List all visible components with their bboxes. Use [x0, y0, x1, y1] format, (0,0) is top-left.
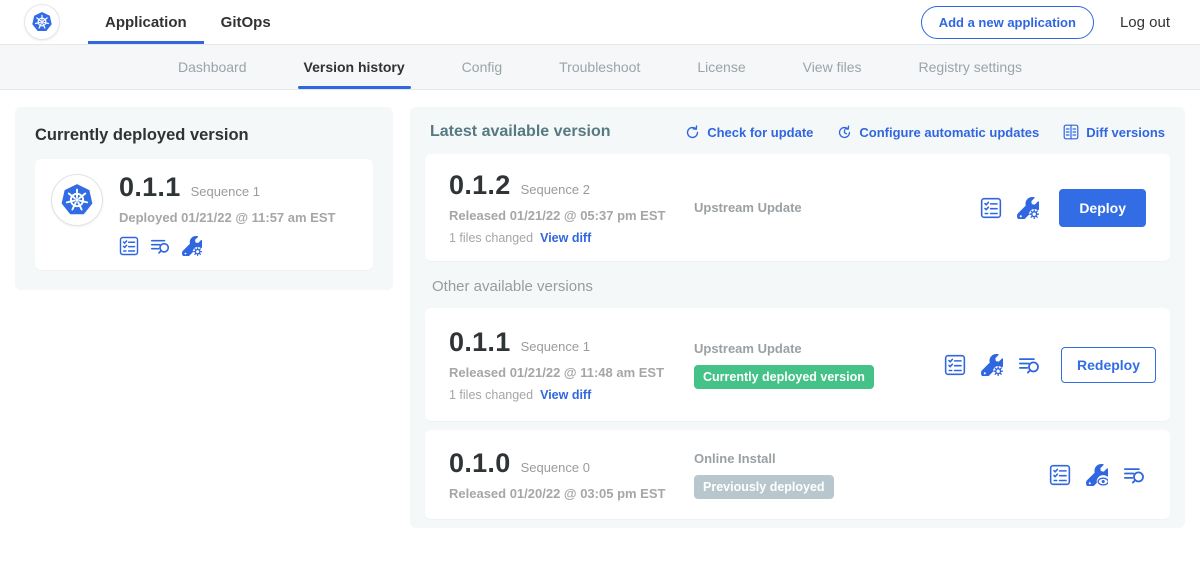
version-number: 0.1.1: [449, 327, 511, 358]
subnav-config-label: Config: [462, 59, 502, 75]
version-row-actions: [1049, 464, 1146, 486]
diff-versions-icon: [1063, 124, 1079, 140]
previously-deployed-badge: Previously deployed: [694, 475, 834, 499]
subnav-version-history-label: Version history: [304, 59, 405, 75]
version-row-actions: Redeploy: [944, 347, 1156, 383]
version-row-middle: Online Install Previously deployed: [694, 451, 944, 499]
subnav-registry-settings-label: Registry settings: [919, 59, 1022, 75]
deploy-logs-icon[interactable]: [1018, 354, 1041, 376]
currently-deployed-title: Currently deployed version: [35, 126, 373, 145]
subnav-license[interactable]: License: [697, 45, 745, 89]
check-for-update-link[interactable]: Check for update: [685, 125, 813, 140]
refresh-icon: [685, 125, 700, 140]
subnav-dashboard-label: Dashboard: [178, 59, 247, 75]
header-right: Add a new application Log out: [921, 0, 1170, 44]
top-header: Application GitOps Add a new application…: [0, 0, 1200, 45]
kubernetes-logo-icon: [24, 4, 60, 40]
edit-config-icon[interactable]: [981, 354, 1003, 376]
main-content: Currently deployed version 0.1.1 Sequenc…: [0, 90, 1200, 563]
currently-deployed-badge: Currently deployed version: [694, 365, 874, 389]
subnav-version-history[interactable]: Version history: [304, 45, 405, 89]
subnav-config[interactable]: Config: [462, 45, 502, 89]
subnav-registry-settings[interactable]: Registry settings: [919, 45, 1022, 89]
edit-config-icon[interactable]: [1017, 197, 1039, 219]
version-number: 0.1.2: [449, 170, 511, 201]
version-row-left: 0.1.1 Sequence 1 Released 01/21/22 @ 11:…: [449, 327, 694, 402]
diff-versions-link[interactable]: Diff versions: [1063, 124, 1165, 140]
tab-gitops[interactable]: GitOps: [204, 0, 288, 44]
view-config-icon[interactable]: [1086, 464, 1108, 486]
currently-deployed-card: 0.1.1 Sequence 1 Deployed 01/21/22 @ 11:…: [35, 159, 373, 270]
subnav-view-files-label: View files: [803, 59, 862, 75]
deploy-logs-icon[interactable]: [150, 236, 171, 256]
app-subnav: Dashboard Version history Config Trouble…: [0, 45, 1200, 90]
subnav-dashboard[interactable]: Dashboard: [178, 45, 247, 89]
version-row-0-1-0: 0.1.0 Sequence 0 Released 01/20/22 @ 03:…: [425, 430, 1170, 519]
latest-available-title: Latest available version: [430, 123, 611, 141]
configure-automatic-updates-link[interactable]: Configure automatic updates: [837, 125, 1039, 140]
tab-application-label: Application: [105, 14, 187, 31]
preflight-checklist-icon[interactable]: [980, 197, 1002, 219]
version-row-0-1-1: 0.1.1 Sequence 1 Released 01/21/22 @ 11:…: [425, 308, 1170, 421]
auto-update-clock-icon: [837, 125, 852, 140]
version-row-left: 0.1.2 Sequence 2 Released 01/21/22 @ 05:…: [449, 170, 694, 245]
deployed-sequence: Sequence 1: [191, 184, 260, 199]
version-released: Released 01/20/22 @ 03:05 pm EST: [449, 486, 694, 501]
logout-link[interactable]: Log out: [1120, 14, 1170, 31]
deployed-info: 0.1.1 Sequence 1 Deployed 01/21/22 @ 11:…: [119, 172, 335, 256]
tab-application[interactable]: Application: [88, 0, 204, 44]
version-sequence: Sequence 1: [521, 339, 590, 354]
version-released: Released 01/21/22 @ 11:48 am EST: [449, 365, 694, 380]
version-sequence: Sequence 0: [521, 460, 590, 475]
files-changed-label: 1 files changed: [449, 231, 533, 245]
deployed-timestamp: Deployed 01/21/22 @ 11:57 am EST: [119, 210, 335, 225]
files-changed: 1 files changed View diff: [449, 388, 694, 402]
subnav-troubleshoot[interactable]: Troubleshoot: [559, 45, 640, 89]
subnav-troubleshoot-label: Troubleshoot: [559, 59, 640, 75]
deployed-actions: [119, 236, 335, 256]
version-row-middle: Upstream Update: [694, 200, 944, 215]
tab-gitops-label: GitOps: [221, 14, 271, 31]
subnav-view-files[interactable]: View files: [803, 45, 862, 89]
app-kubernetes-logo-icon: [51, 174, 103, 226]
preflight-checklist-icon[interactable]: [1049, 464, 1071, 486]
preflight-checklist-icon[interactable]: [119, 236, 139, 256]
version-row-0-1-2: 0.1.2 Sequence 2 Released 01/21/22 @ 05:…: [425, 154, 1170, 261]
check-for-update-label: Check for update: [707, 125, 813, 140]
version-sequence: Sequence 2: [521, 182, 590, 197]
files-changed-label: 1 files changed: [449, 388, 533, 402]
deployed-version-number: 0.1.1: [119, 172, 181, 203]
view-diff-link[interactable]: View diff: [540, 388, 591, 402]
header-tabs: Application GitOps: [88, 0, 288, 44]
redeploy-button[interactable]: Redeploy: [1061, 347, 1156, 383]
view-diff-link[interactable]: View diff: [540, 231, 591, 245]
version-row-middle: Upstream Update Currently deployed versi…: [694, 341, 944, 389]
version-row-actions: Deploy: [980, 189, 1146, 227]
version-source: Upstream Update: [694, 341, 944, 356]
deploy-button[interactable]: Deploy: [1059, 189, 1146, 227]
other-available-versions-title: Other available versions: [432, 278, 1163, 295]
available-versions-panel: Latest available version Check for updat…: [410, 107, 1185, 528]
files-changed: 1 files changed View diff: [449, 231, 694, 245]
version-released: Released 01/21/22 @ 05:37 pm EST: [449, 208, 694, 223]
diff-versions-label: Diff versions: [1086, 125, 1165, 140]
subnav-license-label: License: [697, 59, 745, 75]
version-source: Online Install: [694, 451, 944, 466]
deploy-logs-icon[interactable]: [1123, 464, 1146, 486]
preflight-checklist-icon[interactable]: [944, 354, 966, 376]
version-row-left: 0.1.0 Sequence 0 Released 01/20/22 @ 03:…: [449, 448, 694, 501]
edit-config-icon[interactable]: [182, 236, 202, 256]
row-spacer: [425, 421, 1170, 430]
available-actions: Check for update Configure automatic upd…: [685, 124, 1165, 140]
currently-deployed-panel: Currently deployed version 0.1.1 Sequenc…: [15, 107, 393, 290]
version-source: Upstream Update: [694, 200, 944, 215]
version-number: 0.1.0: [449, 448, 511, 479]
configure-automatic-updates-label: Configure automatic updates: [859, 125, 1039, 140]
add-application-button[interactable]: Add a new application: [921, 6, 1094, 39]
available-header: Latest available version Check for updat…: [430, 123, 1165, 141]
